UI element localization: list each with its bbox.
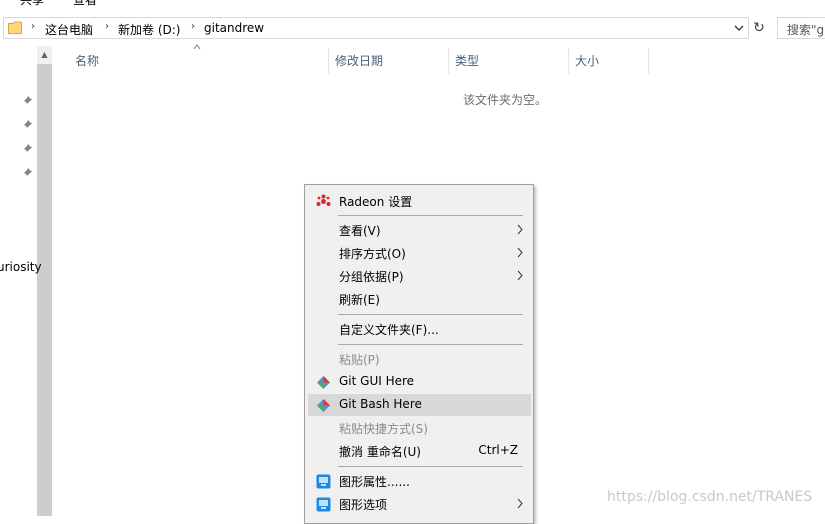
chevron-right-icon: [517, 224, 523, 235]
breadcrumb-separator-icon: ›: [105, 21, 109, 32]
column-header-type[interactable]: 类型: [455, 52, 479, 74]
menu-item-paste-shortcut: 粘贴快捷方式(S): [308, 417, 531, 439]
menu-item-radeon-settings[interactable]: Radeon 设置: [308, 190, 531, 212]
menu-item-label: 图形属性......: [339, 475, 410, 489]
column-header-name[interactable]: 名称: [75, 52, 99, 74]
menu-item-git-gui[interactable]: Git GUI Here: [308, 371, 531, 393]
chevron-right-icon: [517, 270, 523, 281]
nav-scrollbar[interactable]: ▲: [37, 46, 52, 516]
column-divider[interactable]: [568, 48, 569, 74]
intel-graphics-icon: [316, 497, 331, 512]
intel-graphics-icon: [316, 474, 331, 489]
breadcrumb-drive-d[interactable]: 新加卷 (D:): [118, 21, 180, 38]
menu-item-refresh[interactable]: 刷新(E): [308, 288, 531, 310]
menu-item-undo-rename[interactable]: 撤消 重命名(U) Ctrl+Z: [308, 440, 531, 462]
radeon-icon: [316, 194, 331, 206]
menu-item-label: 撤消 重命名(U): [339, 445, 421, 459]
menu-separator: [338, 344, 523, 345]
column-header-modified[interactable]: 修改日期: [335, 52, 383, 74]
menu-separator: [338, 466, 523, 467]
search-input[interactable]: 搜索"gi: [777, 17, 825, 39]
pin-icon: [22, 120, 32, 130]
breadcrumb-gitandrew[interactable]: gitandrew: [204, 21, 264, 35]
context-menu: Radeon 设置 查看(V) 排序方式(O) 分组依据(P) 刷新(E) 自定…: [304, 184, 534, 524]
menu-item-label: Git GUI Here: [339, 374, 415, 388]
menu-item-label: 查看(V): [339, 224, 381, 238]
menu-separator: [338, 215, 523, 216]
folder-icon: [8, 21, 22, 34]
chevron-right-icon: [517, 498, 523, 509]
column-header-size[interactable]: 大小: [575, 52, 599, 74]
breadcrumb-this-pc[interactable]: 这台电脑: [45, 21, 93, 38]
menu-item-label: 图形选项: [339, 498, 388, 512]
menu-item-label: Git Bash Here: [339, 397, 422, 411]
menu-item-customize-folder[interactable]: 自定义文件夹(F)...: [308, 318, 531, 340]
chevron-right-icon: [517, 247, 523, 258]
column-divider[interactable]: [648, 48, 649, 74]
column-divider[interactable]: [328, 48, 329, 74]
menu-item-view[interactable]: 查看(V): [308, 219, 531, 241]
pin-icon: [22, 144, 32, 154]
breadcrumb-separator-icon: ›: [191, 21, 195, 32]
git-icon: [317, 399, 330, 412]
column-divider[interactable]: [448, 48, 449, 74]
menu-item-label: Radeon 设置: [339, 195, 413, 209]
menu-item-sort-by[interactable]: 排序方式(O): [308, 242, 531, 264]
menu-item-group-by[interactable]: 分组依据(P): [308, 265, 531, 287]
nav-item-curiosity[interactable]: uriosity: [0, 260, 42, 274]
menu-item-git-bash[interactable]: Git Bash Here: [308, 394, 531, 416]
menu-item-paste: 粘贴(P): [308, 348, 531, 370]
refresh-icon[interactable]: ↻: [751, 19, 767, 37]
menu-item-graphics-options[interactable]: 图形选项: [308, 493, 531, 515]
menu-item-label: 自定义文件夹(F)...: [339, 323, 439, 337]
menu-item-label: 粘贴快捷方式(S): [339, 422, 428, 436]
tab-share[interactable]: 共享: [20, 0, 44, 8]
menu-item-label: 刷新(E): [339, 293, 380, 307]
empty-folder-message: 该文件夹为空。: [463, 93, 548, 107]
menu-item-graphics-properties[interactable]: 图形属性......: [308, 470, 531, 492]
scroll-up-icon[interactable]: ▲: [37, 46, 52, 64]
tab-view[interactable]: 查看: [73, 0, 97, 8]
git-icon: [317, 376, 330, 389]
menu-separator: [338, 314, 523, 315]
pin-icon: [22, 96, 32, 106]
menu-item-shortcut: Ctrl+Z: [478, 443, 518, 457]
sort-ascending-icon: [193, 44, 201, 50]
address-bar[interactable]: › 这台电脑 › 新加卷 (D:) › gitandrew: [3, 17, 749, 39]
pin-icon: [22, 168, 32, 178]
menu-item-label: 粘贴(P): [339, 353, 380, 367]
watermark: https://blog.csdn.net/TRANES: [607, 489, 813, 505]
menu-item-label: 分组依据(P): [339, 270, 404, 284]
scrollbar-thumb[interactable]: [37, 64, 52, 516]
menu-item-label: 排序方式(O): [339, 247, 406, 261]
chevron-down-icon[interactable]: [734, 21, 744, 35]
breadcrumb-separator-icon: ›: [31, 21, 35, 32]
search-placeholder: 搜索"gi: [787, 23, 825, 37]
